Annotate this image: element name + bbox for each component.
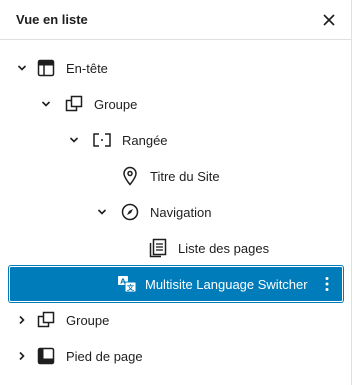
group-icon [62, 92, 86, 116]
chevron-right-icon[interactable] [14, 312, 30, 328]
panel-header: Vue en liste [0, 0, 351, 40]
page-list-icon [146, 236, 170, 260]
footer-layout-icon [34, 344, 58, 368]
chevron-down-icon[interactable] [38, 96, 54, 112]
tree-item-liste-des-pages[interactable]: Liste des pages [0, 230, 351, 266]
map-pin-icon [118, 164, 142, 188]
tree-item-label: Liste des pages [178, 240, 270, 256]
block-tree: En-tête Groupe Rangée Titre du Site Navi… [0, 40, 351, 374]
compass-icon [118, 200, 142, 224]
translate-icon: A 文 [115, 272, 139, 296]
panel-title: Vue en liste [16, 12, 88, 27]
tree-item-groupe-2[interactable]: Groupe [0, 302, 351, 338]
vertical-ellipsis-icon [325, 277, 329, 291]
tree-item-label: En-tête [66, 60, 108, 76]
chevron-right-icon[interactable] [14, 348, 30, 364]
tree-item-label: Pied de page [66, 348, 143, 364]
tree-item-rangee[interactable]: Rangée [0, 122, 351, 158]
chevron-down-icon[interactable] [66, 132, 82, 148]
tree-item-groupe[interactable]: Groupe [0, 86, 351, 122]
tree-item-label: Navigation [150, 204, 212, 220]
chevron-down-icon[interactable] [94, 204, 110, 220]
tree-item-titre-du-site[interactable]: Titre du Site [0, 158, 351, 194]
tree-item-label: Multisite Language Switcher [145, 276, 308, 292]
tree-item-label: Rangée [122, 132, 168, 148]
list-view-panel: Vue en liste En-tête Groupe Rangée Titre… [0, 0, 352, 385]
tree-item-label: Titre du Site [150, 168, 220, 184]
row-icon [90, 128, 114, 152]
tree-item-label: Groupe [66, 312, 110, 328]
group-icon [34, 308, 58, 332]
tree-item-label: Groupe [94, 96, 138, 112]
tree-item-en-tete[interactable]: En-tête [0, 50, 351, 86]
header-layout-icon [34, 56, 58, 80]
tree-item-multisite-language-switcher[interactable]: A 文 Multisite Language Switcher [9, 266, 343, 302]
svg-text:文: 文 [127, 283, 135, 292]
tree-item-navigation[interactable]: Navigation [0, 194, 351, 230]
close-button[interactable] [317, 8, 341, 32]
close-icon [323, 13, 335, 26]
chevron-down-icon[interactable] [14, 60, 30, 76]
more-options-button[interactable] [317, 272, 337, 296]
tree-item-pied-de-page[interactable]: Pied de page [0, 338, 351, 374]
